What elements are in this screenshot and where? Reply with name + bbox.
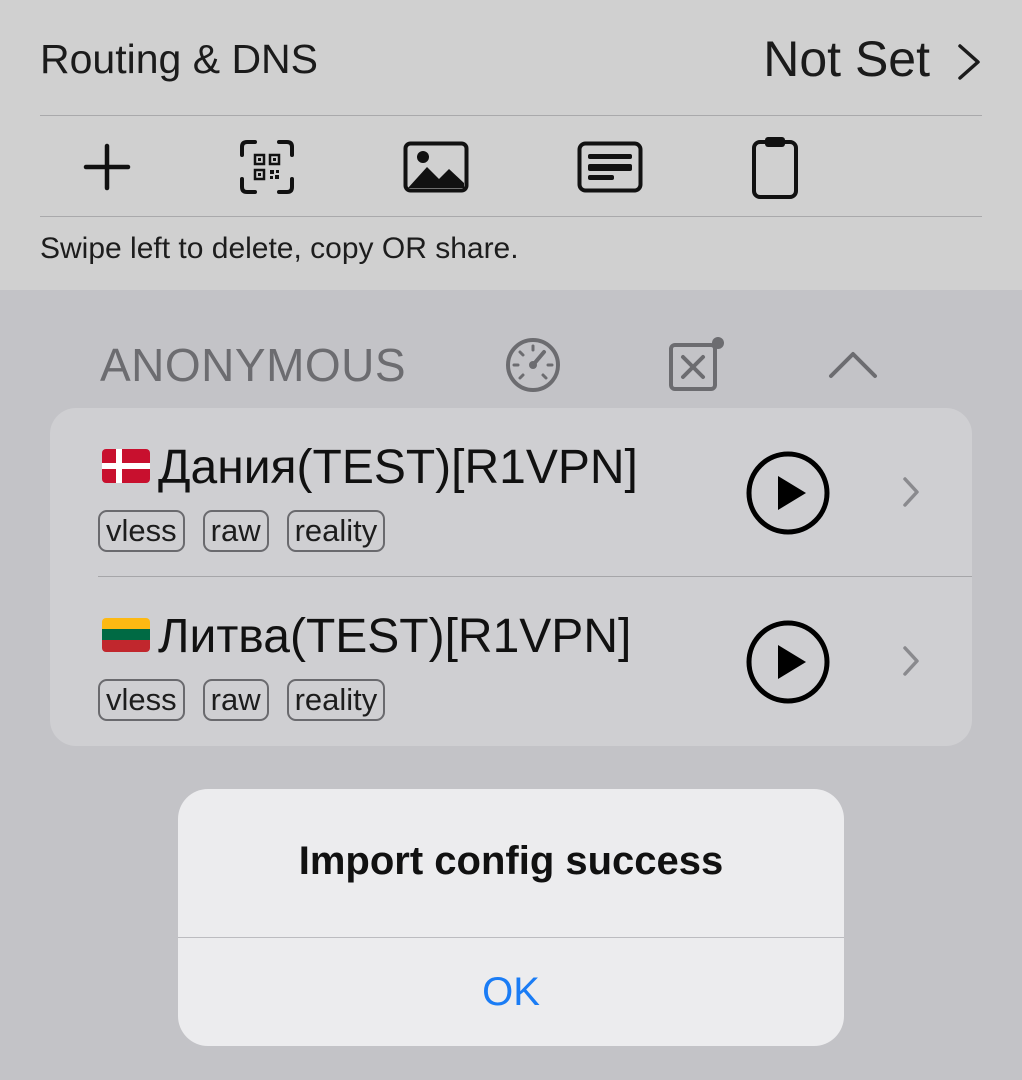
server-name: Литва(TEST)[R1VPN]	[102, 609, 631, 664]
clear-results-button[interactable]	[664, 334, 726, 396]
clear-icon	[669, 337, 724, 391]
paste-clipboard-button[interactable]	[728, 120, 822, 214]
import-photo-button[interactable]	[389, 120, 483, 214]
group-title: ANONYMOUS	[100, 339, 407, 391]
swipe-hint: Swipe left to delete, copy OR share.	[40, 232, 519, 265]
import-text-button[interactable]	[563, 120, 657, 214]
alert-dialog: Import config success OK	[178, 789, 844, 1046]
denmark-flag-icon	[102, 449, 150, 484]
transport-tag: raw	[202, 510, 269, 552]
routing-dns-row[interactable]: Routing & DNS Not Set	[40, 20, 982, 98]
server-list: Дания(TEST)[R1VPN] vless raw reality Лит…	[50, 408, 972, 746]
list-item[interactable]: Дания(TEST)[R1VPN] vless raw reality	[50, 408, 972, 577]
security-tag: reality	[286, 510, 386, 552]
collapse-group-button[interactable]	[822, 334, 884, 396]
tag-list: vless raw reality	[98, 510, 386, 552]
protocol-tag: vless	[98, 679, 185, 721]
speed-test-button[interactable]	[502, 334, 564, 396]
alert-title: Import config success	[298, 839, 724, 883]
server-name-text: Литва(TEST)[R1VPN]	[158, 610, 632, 663]
protocol-tag: vless	[98, 510, 185, 552]
routing-dns-value: Not Set	[763, 31, 930, 87]
tag-list: vless raw reality	[98, 679, 386, 721]
play-icon[interactable]	[745, 619, 831, 705]
chevron-right-icon	[958, 44, 980, 80]
qr-scan-icon	[240, 140, 294, 194]
list-item[interactable]: Литва(TEST)[R1VPN] vless raw reality	[50, 577, 972, 745]
divider	[40, 115, 982, 116]
chevron-right-icon[interactable]	[902, 645, 920, 677]
group-header: ANONYMOUS	[0, 326, 1022, 402]
clipboard-icon	[752, 137, 798, 199]
routing-dns-label: Routing & DNS	[40, 36, 319, 82]
divider	[40, 216, 982, 217]
top-settings-card: Routing & DNS Not Set Swipe left to dele…	[0, 0, 1022, 290]
scan-qr-button[interactable]	[220, 120, 314, 214]
toolbar	[40, 120, 982, 214]
transport-tag: raw	[202, 679, 269, 721]
chevron-up-icon	[829, 352, 877, 378]
server-name: Дания(TEST)[R1VPN]	[102, 440, 638, 495]
add-button[interactable]	[60, 120, 154, 214]
photo-icon	[403, 141, 469, 193]
play-icon[interactable]	[745, 450, 831, 536]
security-tag: reality	[286, 679, 386, 721]
plus-icon	[83, 143, 131, 191]
text-input-icon	[577, 141, 643, 193]
server-name-text: Дания(TEST)[R1VPN]	[158, 441, 638, 494]
ok-button[interactable]: OK	[178, 938, 844, 1046]
chevron-right-icon[interactable]	[902, 476, 920, 508]
lithuania-flag-icon	[102, 618, 150, 653]
speedometer-icon	[506, 338, 560, 392]
